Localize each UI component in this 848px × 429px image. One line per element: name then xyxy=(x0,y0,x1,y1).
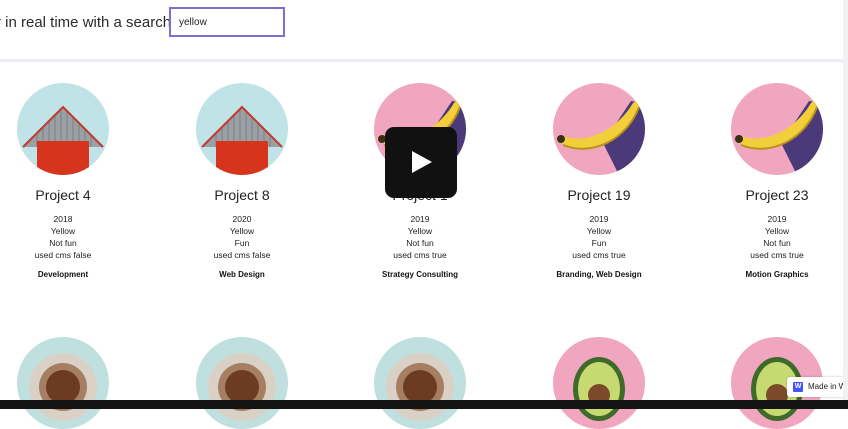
project-fun: Not fun xyxy=(49,238,77,248)
video-play-button[interactable] xyxy=(385,127,457,198)
project-image-barn xyxy=(17,83,109,175)
project-cms: used cms true xyxy=(750,250,804,260)
project-image-coffee xyxy=(196,337,288,429)
scrollbar[interactable] xyxy=(843,0,848,400)
webflow-logo-icon: W xyxy=(793,382,803,392)
project-category: Strategy Consulting xyxy=(381,270,458,279)
project-card[interactable] xyxy=(0,337,143,429)
project-category: Branding, Web Design xyxy=(556,270,642,279)
project-card[interactable]: Project 19 2019 Yellow Fun used cms true… xyxy=(519,83,679,279)
project-color: Yellow xyxy=(50,226,76,236)
badge-text: Made in W xyxy=(808,382,847,391)
project-cms: used cms true xyxy=(572,250,626,260)
project-fun: Not fun xyxy=(406,238,434,248)
project-color: Yellow xyxy=(764,226,790,236)
project-fun: Fun xyxy=(591,238,607,248)
bottom-bar xyxy=(0,400,848,409)
project-image-avocado xyxy=(553,337,645,429)
project-fun: Not fun xyxy=(763,238,791,248)
project-category: Motion Graphics xyxy=(745,270,809,279)
project-fun: Fun xyxy=(234,238,250,248)
search-input[interactable] xyxy=(169,7,285,37)
project-card[interactable]: Project 8 2020 Yellow Fun used cms false… xyxy=(162,83,322,279)
project-image-banana xyxy=(553,83,645,175)
project-year: 2019 xyxy=(589,214,609,224)
project-year: 2019 xyxy=(767,214,787,224)
project-title[interactable]: Project 8 xyxy=(162,187,322,203)
made-in-webflow-badge[interactable]: W Made in W xyxy=(787,377,848,397)
project-title[interactable]: Project 23 xyxy=(697,187,848,203)
project-year: 2020 xyxy=(232,214,252,224)
project-card[interactable]: Project 23 2019 Yellow Not fun used cms … xyxy=(697,83,848,279)
divider xyxy=(0,59,848,62)
project-category: Web Design xyxy=(219,270,265,279)
project-card[interactable] xyxy=(519,337,679,429)
header-text: r in real time with a search bar xyxy=(0,14,197,31)
project-color: Yellow xyxy=(229,226,255,236)
project-category: Development xyxy=(37,270,89,279)
play-icon xyxy=(412,151,432,173)
project-title[interactable]: Project 19 xyxy=(519,187,679,203)
project-cms: used cms false xyxy=(213,250,271,260)
header: r in real time with a search bar xyxy=(0,0,848,58)
project-title[interactable]: Project 4 xyxy=(0,187,143,203)
project-image-coffee xyxy=(17,337,109,429)
project-year: 2018 xyxy=(53,214,73,224)
project-color: Yellow xyxy=(586,226,612,236)
project-card[interactable] xyxy=(162,337,322,429)
project-image-coffee xyxy=(374,337,466,429)
project-image-barn xyxy=(196,83,288,175)
project-color: Yellow xyxy=(407,226,433,236)
project-cms: used cms true xyxy=(393,250,447,260)
project-cms: used cms false xyxy=(34,250,92,260)
project-card[interactable]: Project 4 2018 Yellow Not fun used cms f… xyxy=(0,83,143,279)
project-card[interactable] xyxy=(340,337,500,429)
project-image-banana xyxy=(731,83,823,175)
project-year: 2019 xyxy=(410,214,430,224)
